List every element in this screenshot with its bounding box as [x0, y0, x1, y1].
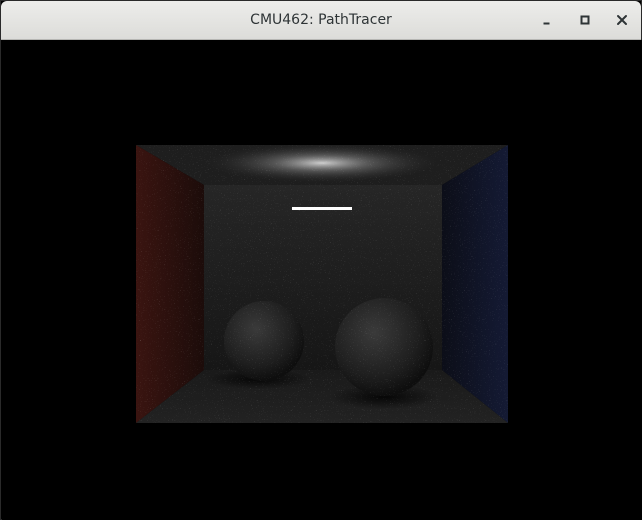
- close-icon: [617, 15, 627, 25]
- cornell-box-render: [136, 145, 508, 423]
- close-button[interactable]: [610, 8, 634, 32]
- app-window: CMU462: PathTracer: [0, 0, 642, 520]
- title-bar[interactable]: CMU462: PathTracer: [1, 1, 641, 40]
- render-noise: [136, 145, 508, 423]
- render-viewport[interactable]: [2, 40, 642, 520]
- minimize-button[interactable]: [535, 8, 559, 32]
- maximize-icon: [580, 15, 590, 25]
- minimize-icon: [543, 22, 550, 25]
- maximize-button[interactable]: [573, 8, 597, 32]
